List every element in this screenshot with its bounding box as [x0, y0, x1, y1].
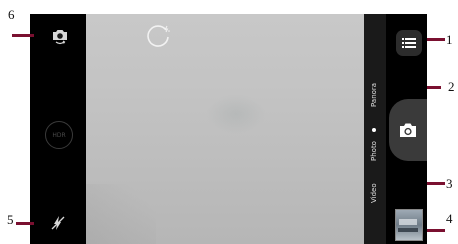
mode-video[interactable]: Video — [370, 183, 378, 203]
callout-5-label: 5 — [7, 212, 14, 227]
switch-camera-button[interactable] — [48, 24, 72, 48]
hdr-button[interactable]: HDR — [45, 121, 73, 149]
camera-viewfinder[interactable] — [86, 14, 364, 244]
camera-icon — [400, 123, 416, 137]
callout-1-line — [427, 38, 445, 41]
right-control-bar: Panora Photo Video — [364, 14, 427, 244]
switch-camera-icon — [53, 30, 67, 45]
thumbnail-detail — [399, 219, 417, 225]
callout-6-label: 6 — [8, 7, 15, 22]
panorama-ring-icon — [147, 25, 170, 47]
viewfinder-shadow — [86, 184, 156, 244]
left-control-bar: HDR — [30, 14, 86, 244]
callout-5-line — [16, 222, 34, 225]
callout-6-line — [12, 34, 34, 37]
flash-button[interactable] — [47, 212, 69, 234]
menu-button[interactable] — [396, 30, 422, 56]
viewfinder-highlight — [206, 94, 266, 134]
callout-4-line — [427, 229, 445, 232]
callout-1-label: 1 — [446, 32, 453, 47]
camera-screen: HDR Panora Photo Video — [30, 14, 427, 244]
callout-2-label: 2 — [448, 79, 455, 94]
mode-selector[interactable]: Panora Photo Video — [364, 14, 386, 244]
thumbnail-detail — [398, 228, 418, 232]
mode-panorama[interactable]: Panora — [370, 83, 378, 107]
mode-photo[interactable]: Photo — [370, 141, 378, 161]
menu-list-icon — [402, 38, 416, 48]
shutter-button[interactable] — [389, 99, 427, 161]
callout-3-line — [427, 182, 445, 185]
gallery-thumbnail[interactable] — [395, 209, 423, 241]
callout-4-label: 4 — [446, 211, 453, 226]
mode-selected-dot — [372, 128, 376, 132]
callout-3-label: 3 — [446, 176, 453, 191]
camera-manual-figure: HDR Panora Photo Video 6 5 1 2 3 4 — [0, 0, 458, 244]
callout-2-line — [427, 86, 441, 89]
panorama-indicator — [146, 24, 172, 50]
hdr-label: HDR — [52, 131, 66, 139]
flash-off-icon — [51, 216, 65, 230]
